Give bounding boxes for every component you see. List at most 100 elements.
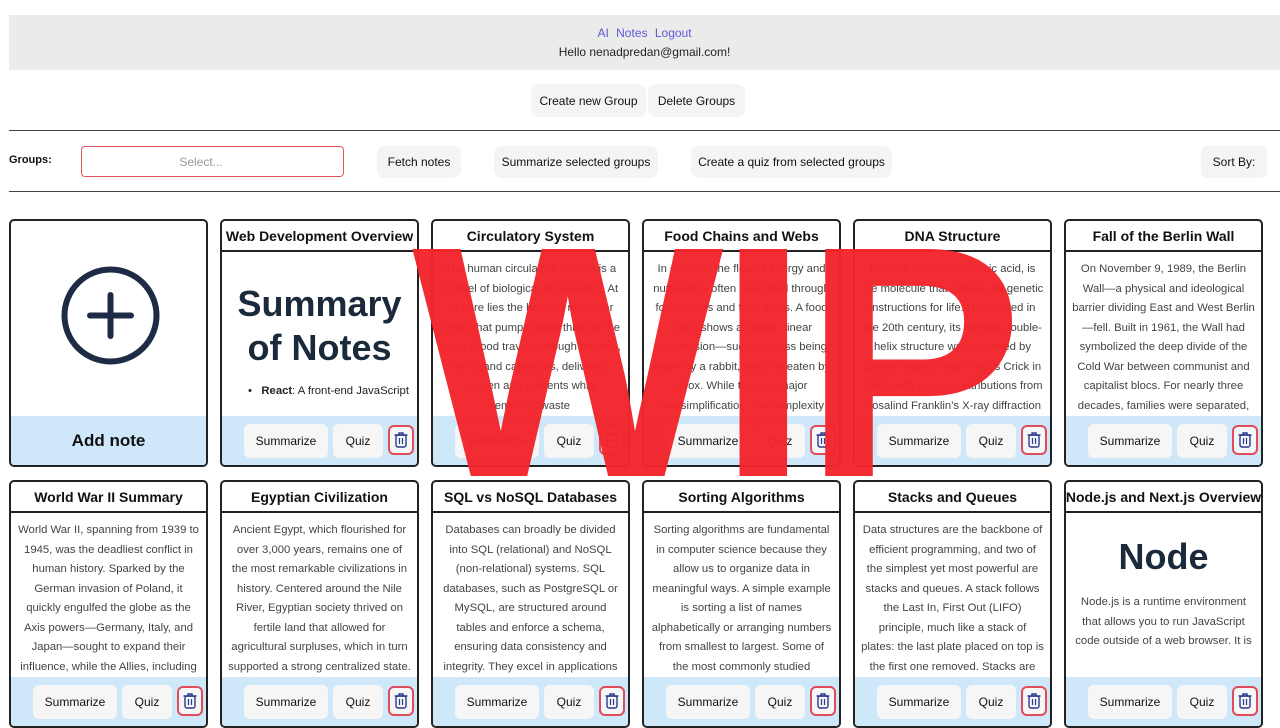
note-card[interactable]: Fall of the Berlin Wall On November 9, 1… xyxy=(1064,219,1263,467)
summarize-button[interactable]: Summarize xyxy=(1088,424,1172,458)
summarize-button[interactable]: Summarize xyxy=(1088,685,1172,719)
trash-icon[interactable] xyxy=(1232,686,1258,716)
note-card[interactable]: Circulatory System The human circulatory… xyxy=(431,219,630,467)
note-body: World War II, spanning from 1939 to 1945… xyxy=(18,524,199,673)
note-bullet: • React: A front-end JavaScript xyxy=(248,385,409,397)
note-actions: Summarize Quiz xyxy=(1066,416,1261,465)
summarize-button[interactable]: Summarize xyxy=(244,424,328,458)
add-note-card[interactable]: Add note xyxy=(9,219,208,467)
summarize-button[interactable]: Summarize xyxy=(666,424,750,458)
quiz-button[interactable]: Quiz xyxy=(755,685,805,719)
note-title: Circulatory System xyxy=(433,221,628,252)
summarize-button[interactable]: Summarize xyxy=(666,685,750,719)
note-body: Summary of Notes • React: A front-end Ja… xyxy=(222,252,417,416)
note-title: SQL vs NoSQL Databases xyxy=(433,482,628,513)
bullet-term: React xyxy=(261,385,293,397)
trash-icon[interactable] xyxy=(1021,425,1047,455)
quiz-button[interactable]: Quiz xyxy=(966,424,1016,458)
note-body: Data structures are the backbone of effi… xyxy=(861,524,1044,673)
note-title: DNA Structure xyxy=(855,221,1050,252)
groups-label: Groups: xyxy=(9,154,52,166)
fetch-notes-button[interactable]: Fetch notes xyxy=(377,146,461,178)
bullet-text: : A front-end JavaScript xyxy=(292,385,409,397)
note-title: Food Chains and Webs xyxy=(644,221,839,252)
note-heading: Node xyxy=(1118,536,1209,577)
nav-link-logout[interactable]: Logout xyxy=(655,26,692,40)
note-title: Egyptian Civilization xyxy=(222,482,417,513)
trash-icon[interactable] xyxy=(599,425,625,455)
note-card[interactable]: Food Chains and Webs In ecology, the flo… xyxy=(642,219,841,467)
note-text: Node.js is a runtime environment that al… xyxy=(1075,596,1252,647)
note-actions: Summarize Quiz xyxy=(11,677,206,726)
note-card[interactable]: World War II Summary World War II, spann… xyxy=(9,480,208,728)
trash-icon[interactable] xyxy=(177,686,203,716)
nav-link-notes[interactable]: Notes xyxy=(616,26,647,40)
quiz-button[interactable]: Quiz xyxy=(755,424,805,458)
quiz-button[interactable]: Quiz xyxy=(966,685,1016,719)
divider xyxy=(9,191,1280,192)
trash-icon[interactable] xyxy=(599,686,625,716)
note-card[interactable]: Node.js and Next.js Overview Node Node.j… xyxy=(1064,480,1263,728)
note-actions: Summarize Quiz xyxy=(1066,677,1261,726)
note-body: Sorting algorithms are fundamental in co… xyxy=(651,524,832,673)
note-actions: Summarize Quiz xyxy=(433,677,628,726)
summarize-button[interactable]: Summarize xyxy=(244,685,328,719)
note-actions: Summarize Quiz xyxy=(433,416,628,465)
note-title: Stacks and Queues xyxy=(855,482,1050,513)
summarize-button[interactable]: Summarize xyxy=(33,685,117,719)
quiz-button[interactable]: Quiz xyxy=(1177,424,1227,458)
quiz-button[interactable]: Quiz xyxy=(544,424,594,458)
note-body: Node Node.js is a runtime environment th… xyxy=(1066,513,1261,677)
note-card[interactable]: Web Development Overview Summary of Note… xyxy=(220,219,419,467)
note-actions: Summarize Quiz xyxy=(855,416,1050,465)
note-body: Databases can broadly be divided into SQ… xyxy=(443,524,618,673)
summarize-button[interactable]: Summarize xyxy=(455,424,539,458)
nav-links: AI Notes Logout xyxy=(9,26,1280,40)
note-body: On November 9, 1989, the Berlin Wall—a p… xyxy=(1072,263,1255,412)
trash-icon[interactable] xyxy=(1021,686,1047,716)
create-quiz-button[interactable]: Create a quiz from selected groups xyxy=(691,146,892,178)
note-card[interactable]: Sorting Algorithms Sorting algorithms ar… xyxy=(642,480,841,728)
delete-groups-button[interactable]: Delete Groups xyxy=(648,84,745,117)
quiz-button[interactable]: Quiz xyxy=(122,685,172,719)
create-group-button[interactable]: Create new Group xyxy=(531,84,646,117)
trash-icon[interactable] xyxy=(388,686,414,716)
note-title: Fall of the Berlin Wall xyxy=(1066,221,1261,252)
note-title: Node.js and Next.js Overview xyxy=(1066,482,1261,513)
note-actions: Summarize Quiz xyxy=(644,677,839,726)
user-greeting: Hello nenadpredan@gmail.com! xyxy=(558,45,731,59)
note-title: Web Development Overview xyxy=(222,221,417,252)
top-nav: AI Notes Logout Hello nenadpredan@gmail.… xyxy=(9,15,1280,70)
note-card[interactable]: SQL vs NoSQL Databases Databases can bro… xyxy=(431,480,630,728)
trash-icon[interactable] xyxy=(388,425,414,455)
nav-link-ai[interactable]: AI xyxy=(597,26,608,40)
add-note-label: Add note xyxy=(11,416,206,465)
plus-circle-icon[interactable] xyxy=(60,265,161,371)
trash-icon[interactable] xyxy=(1232,425,1258,455)
note-card[interactable]: DNA Structure DNA, or deoxyribonucleic a… xyxy=(853,219,1052,467)
note-actions: Summarize Quiz xyxy=(855,677,1050,726)
quiz-button[interactable]: Quiz xyxy=(333,685,383,719)
quiz-button[interactable]: Quiz xyxy=(1177,685,1227,719)
note-card[interactable]: Stacks and Queues Data structures are th… xyxy=(853,480,1052,728)
trash-icon[interactable] xyxy=(810,686,836,716)
summarize-button[interactable]: Summarize xyxy=(877,424,961,458)
note-body: Ancient Egypt, which flourished for over… xyxy=(228,524,411,673)
quiz-button[interactable]: Quiz xyxy=(544,685,594,719)
trash-icon[interactable] xyxy=(810,425,836,455)
sort-by-button[interactable]: Sort By: xyxy=(1201,146,1267,178)
summarize-button[interactable]: Summarize xyxy=(455,685,539,719)
note-body: DNA, or deoxyribonucleic acid, is the mo… xyxy=(861,263,1044,412)
summarize-button[interactable]: Summarize xyxy=(877,685,961,719)
note-title: World War II Summary xyxy=(11,482,206,513)
groups-select[interactable]: Select... xyxy=(81,146,416,177)
note-body: In ecology, the flow of energy and nutri… xyxy=(652,263,831,412)
note-actions: Summarize Quiz xyxy=(222,677,417,726)
note-heading: Summary of Notes xyxy=(237,283,402,368)
summarize-groups-button[interactable]: Summarize selected groups xyxy=(494,146,658,178)
quiz-button[interactable]: Quiz xyxy=(333,424,383,458)
divider xyxy=(9,130,1280,131)
note-title: Sorting Algorithms xyxy=(644,482,839,513)
note-card[interactable]: Egyptian Civilization Ancient Egypt, whi… xyxy=(220,480,419,728)
select-placeholder: Select... xyxy=(179,155,223,169)
